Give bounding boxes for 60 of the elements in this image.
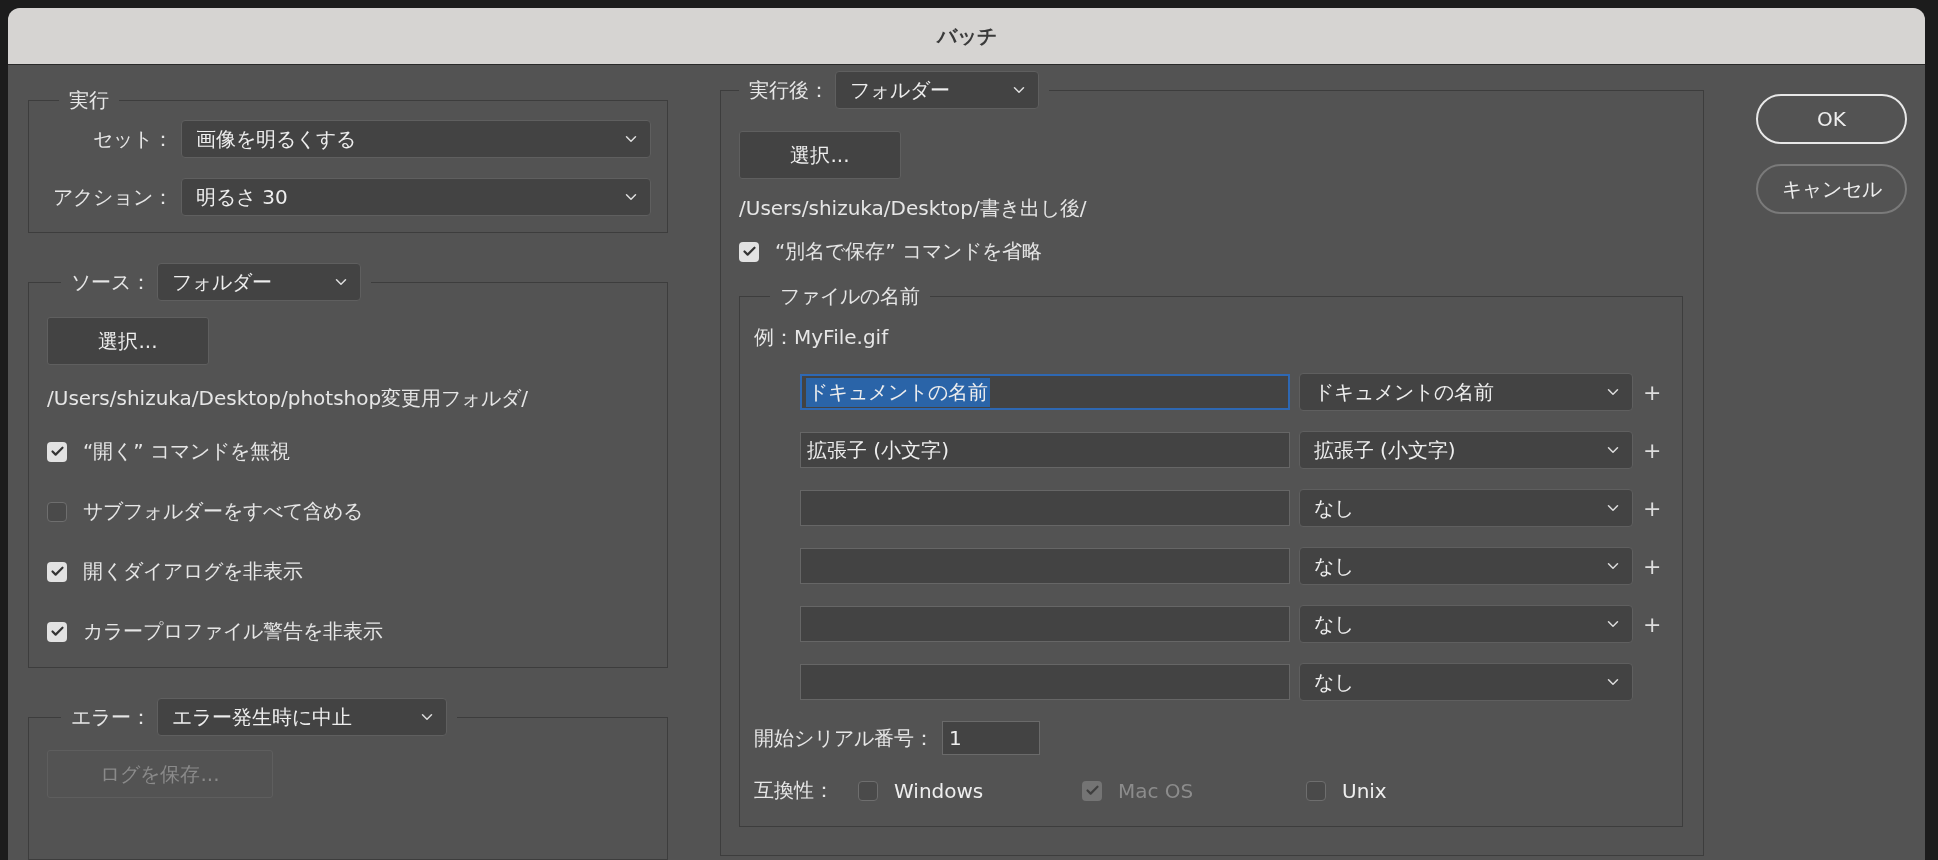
checkbox-label: Windows	[894, 778, 984, 803]
folder-path: /Users/shizuka/Desktop/photshop変更用フォルダ/	[47, 385, 529, 412]
dropdown[interactable]: 明るさ 30	[181, 178, 651, 216]
name-field[interactable]	[800, 606, 1290, 642]
dropdown[interactable]: フォルダー	[835, 71, 1039, 109]
group-label: ファイルの名前	[780, 283, 920, 310]
field-label: アクション：	[52, 183, 173, 211]
dropdown[interactable]: 画像を明るくする	[181, 120, 651, 158]
choose-button[interactable]: 選択...	[739, 131, 901, 179]
check-icon	[49, 624, 65, 639]
check-icon	[741, 244, 757, 259]
checkbox[interactable]	[47, 501, 67, 522]
dropdown[interactable]: なし	[1298, 663, 1634, 701]
group-label: 実行後：	[749, 76, 829, 104]
cancel-button[interactable]: キャンセル	[1756, 164, 1907, 214]
dropdown[interactable]: なし	[1298, 605, 1634, 643]
add-button[interactable]: +	[1642, 553, 1662, 579]
field-label: 互換性：	[754, 777, 834, 804]
folder-path: /Users/shizuka/Desktop/書き出し後/	[739, 195, 1088, 222]
field-label: セット：	[92, 125, 173, 153]
example-text: 例：MyFile.gif	[754, 324, 890, 351]
dropdown[interactable]: フォルダー	[157, 263, 361, 301]
group-label: 実行	[69, 87, 109, 114]
group-label: ソース：	[71, 268, 151, 296]
checkbox-label: Mac OS	[1118, 778, 1194, 803]
dropdown[interactable]: なし	[1298, 489, 1634, 527]
window-title: バッチ	[936, 22, 997, 50]
add-button[interactable]: +	[1642, 611, 1662, 637]
name-field[interactable]: 拡張子 (小文字)	[800, 432, 1290, 468]
add-button[interactable]: +	[1642, 495, 1662, 521]
checkbox[interactable]	[47, 621, 67, 642]
checkbox-label: “別名で保存” コマンドを省略	[775, 238, 1043, 265]
checkbox-label: Unix	[1342, 778, 1387, 803]
add-button[interactable]: +	[1642, 437, 1662, 463]
ok-button[interactable]: OK	[1756, 94, 1907, 144]
name-field[interactable]	[800, 664, 1290, 700]
add-button[interactable]: +	[1642, 379, 1662, 405]
checkbox[interactable]	[739, 241, 759, 262]
checkbox[interactable]	[47, 561, 67, 582]
checkbox[interactable]	[1306, 780, 1326, 801]
dropdown[interactable]: 拡張子 (小文字)	[1298, 431, 1634, 469]
checkbox-label: “開く” コマンドを無視	[83, 438, 291, 465]
checkbox-label: カラープロファイル警告を非表示	[83, 618, 383, 645]
choose-button[interactable]: 選択...	[47, 317, 209, 365]
check-icon	[49, 444, 65, 459]
dropdown[interactable]: ドキュメントの名前	[1298, 373, 1634, 411]
name-field[interactable]: ドキュメントの名前	[800, 374, 1290, 410]
dropdown[interactable]: なし	[1298, 547, 1634, 585]
dropdown[interactable]: エラー発生時に中止	[157, 698, 447, 736]
checkbox[interactable]	[47, 441, 67, 462]
check-icon	[1084, 783, 1100, 798]
check-icon	[49, 564, 65, 579]
checkbox-label: 開くダイアログを非表示	[83, 558, 303, 585]
field-label: 開始シリアル番号：	[754, 724, 934, 752]
serial-field[interactable]: 1	[942, 721, 1040, 755]
checkbox[interactable]	[858, 780, 878, 801]
name-field[interactable]	[800, 548, 1290, 584]
name-field[interactable]	[800, 490, 1290, 526]
group-label: エラー：	[71, 703, 151, 731]
checkbox-label: サブフォルダーをすべて含める	[83, 498, 363, 525]
